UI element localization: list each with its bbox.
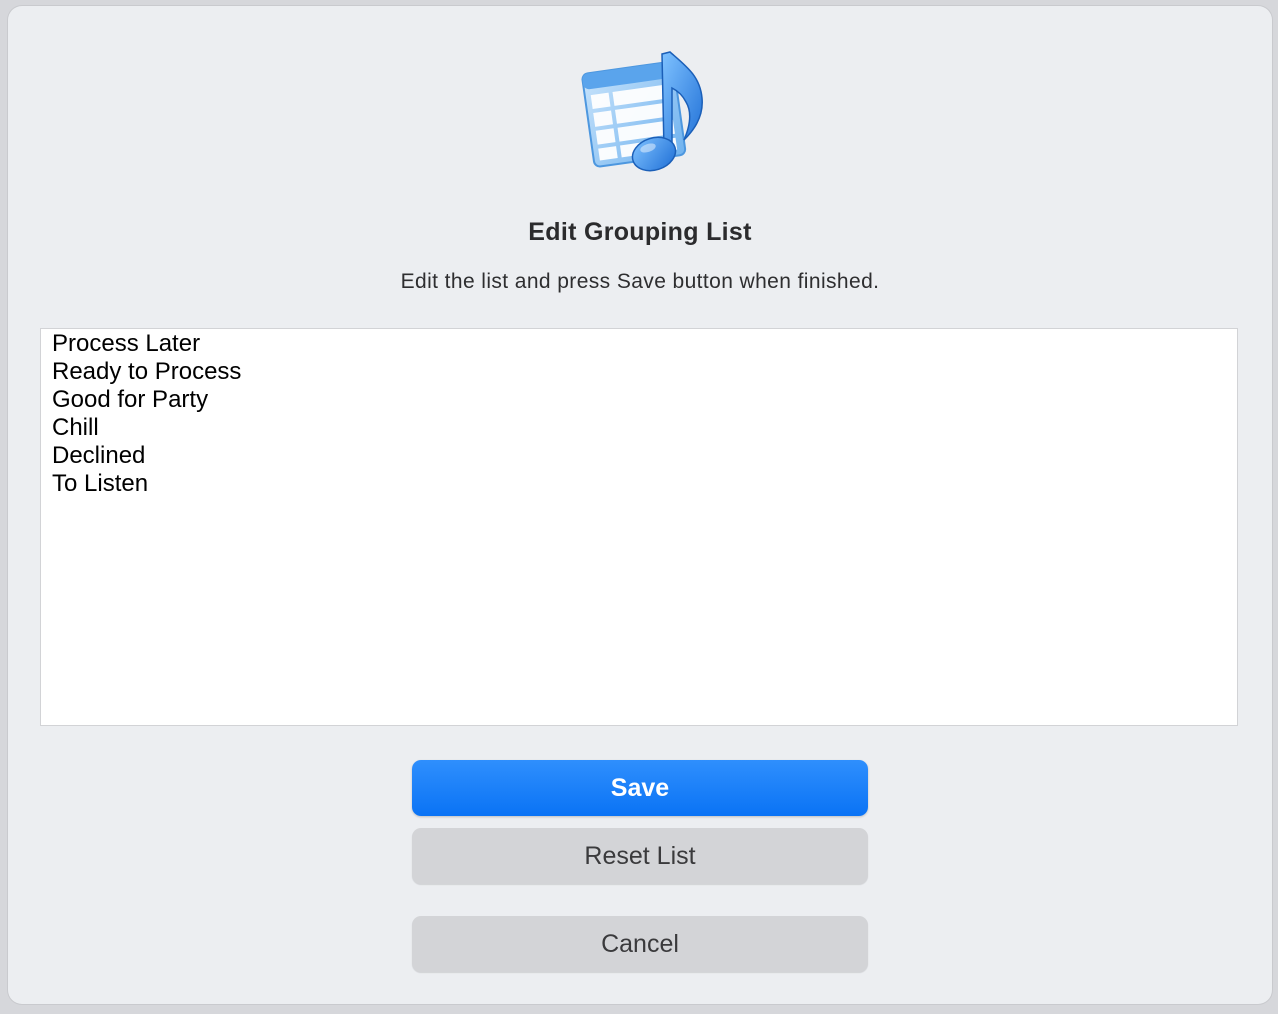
cancel-button[interactable]: Cancel [412, 916, 868, 972]
save-button[interactable]: Save [412, 760, 868, 816]
reset-list-button[interactable]: Reset List [412, 828, 868, 884]
edit-grouping-dialog: Edit Grouping List Edit the list and pre… [8, 6, 1272, 1004]
grouping-list-editor[interactable] [40, 328, 1238, 726]
music-table-app-icon [581, 51, 703, 172]
dialog-title: Edit Grouping List [528, 218, 752, 246]
dialog-subtitle: Edit the list and press Save button when… [400, 270, 880, 293]
